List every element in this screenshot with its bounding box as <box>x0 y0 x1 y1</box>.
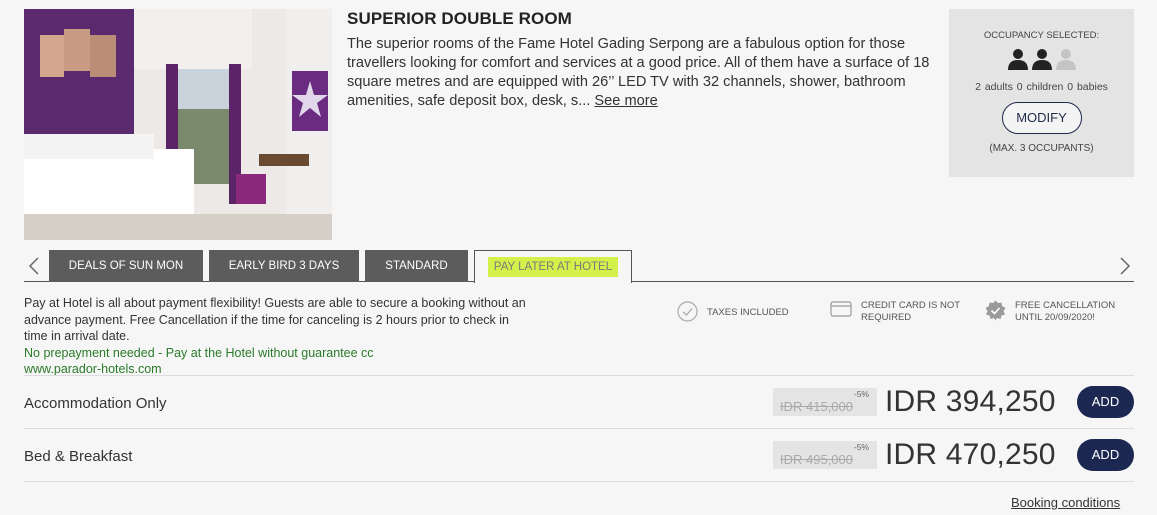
rate-description: Pay at Hotel is all about payment flexib… <box>24 295 534 378</box>
tab-deals-of-sun-mon[interactable]: DEALS OF SUN MON <box>49 250 203 282</box>
occupancy-panel: OCCUPANCY SELECTED: 2 adults 0 children … <box>949 9 1134 177</box>
feature-label: CREDIT CARD IS NOT REQUIRED <box>861 300 960 323</box>
feature-label: TAXES INCLUDED <box>707 307 789 318</box>
feature-free-cancellation: FREE CANCELLATION UNTIL 20/09/2020! <box>985 300 1123 324</box>
price: IDR 470,250 <box>885 438 1056 471</box>
add-button[interactable]: ADD <box>1077 439 1134 471</box>
rate-description-text: Pay at Hotel is all about payment flexib… <box>24 296 526 343</box>
occupancy-counts: 2 adults 0 children 0 babies <box>975 81 1108 93</box>
tab-pay-later-at-hotel[interactable]: PAY LATER AT HOTEL <box>474 250 632 283</box>
see-more-link[interactable]: See more <box>594 93 657 109</box>
check-circle-icon <box>677 301 698 322</box>
person-icon <box>1007 49 1028 70</box>
rate-note: No prepayment needed - Pay at the Hotel … <box>24 345 374 360</box>
booking-conditions-link[interactable]: Booking conditions <box>1011 495 1120 510</box>
rate-tabs: DEALS OF SUN MON EARLY BIRD 3 DAYS STAND… <box>24 250 1134 283</box>
board-bed-and-breakfast: Bed & Breakfast <box>24 448 133 465</box>
divider <box>24 375 1134 376</box>
divider <box>24 481 1134 482</box>
badge-check-icon <box>985 300 1006 321</box>
discount-badge: -5% <box>853 442 869 452</box>
old-price: IDR 495,000 <box>780 452 853 467</box>
room-description: The superior rooms of the Fame Hotel Gad… <box>347 35 932 111</box>
occupancy-icons <box>949 48 1134 70</box>
tab-pay-later-label: PAY LATER AT HOTEL <box>487 257 619 277</box>
modify-occupancy-button[interactable]: MODIFY <box>1001 102 1082 134</box>
chevron-right-icon[interactable] <box>1118 256 1132 276</box>
credit-card-icon <box>830 301 852 317</box>
divider <box>24 428 1134 429</box>
feature-taxes-included: TAXES INCLUDED <box>677 301 789 322</box>
old-price-box: -5% IDR 415,000 <box>773 388 877 416</box>
tab-early-bird-3-days[interactable]: EARLY BIRD 3 DAYS <box>209 250 359 282</box>
room-title: SUPERIOR DOUBLE ROOM <box>347 9 572 28</box>
discount-badge: -5% <box>853 389 869 399</box>
person-icon <box>1031 49 1052 70</box>
board-accommodation-only: Accommodation Only <box>24 395 167 412</box>
occupancy-max: (MAX. 3 OCCUPANTS) <box>989 143 1094 154</box>
old-price: IDR 415,000 <box>780 399 853 414</box>
add-button[interactable]: ADD <box>1077 386 1134 418</box>
room-photo[interactable] <box>24 9 332 240</box>
feature-credit-card: CREDIT CARD IS NOT REQUIRED <box>830 300 965 324</box>
price: IDR 394,250 <box>885 385 1056 418</box>
chevron-left-icon[interactable] <box>27 256 41 276</box>
tab-standard[interactable]: STANDARD <box>365 250 468 282</box>
feature-label: FREE CANCELLATION UNTIL 20/09/2020! <box>1015 300 1116 323</box>
occupancy-title: OCCUPANCY SELECTED: <box>983 30 1100 41</box>
person-icon-inactive <box>1055 49 1076 70</box>
old-price-box: -5% IDR 495,000 <box>773 441 877 469</box>
